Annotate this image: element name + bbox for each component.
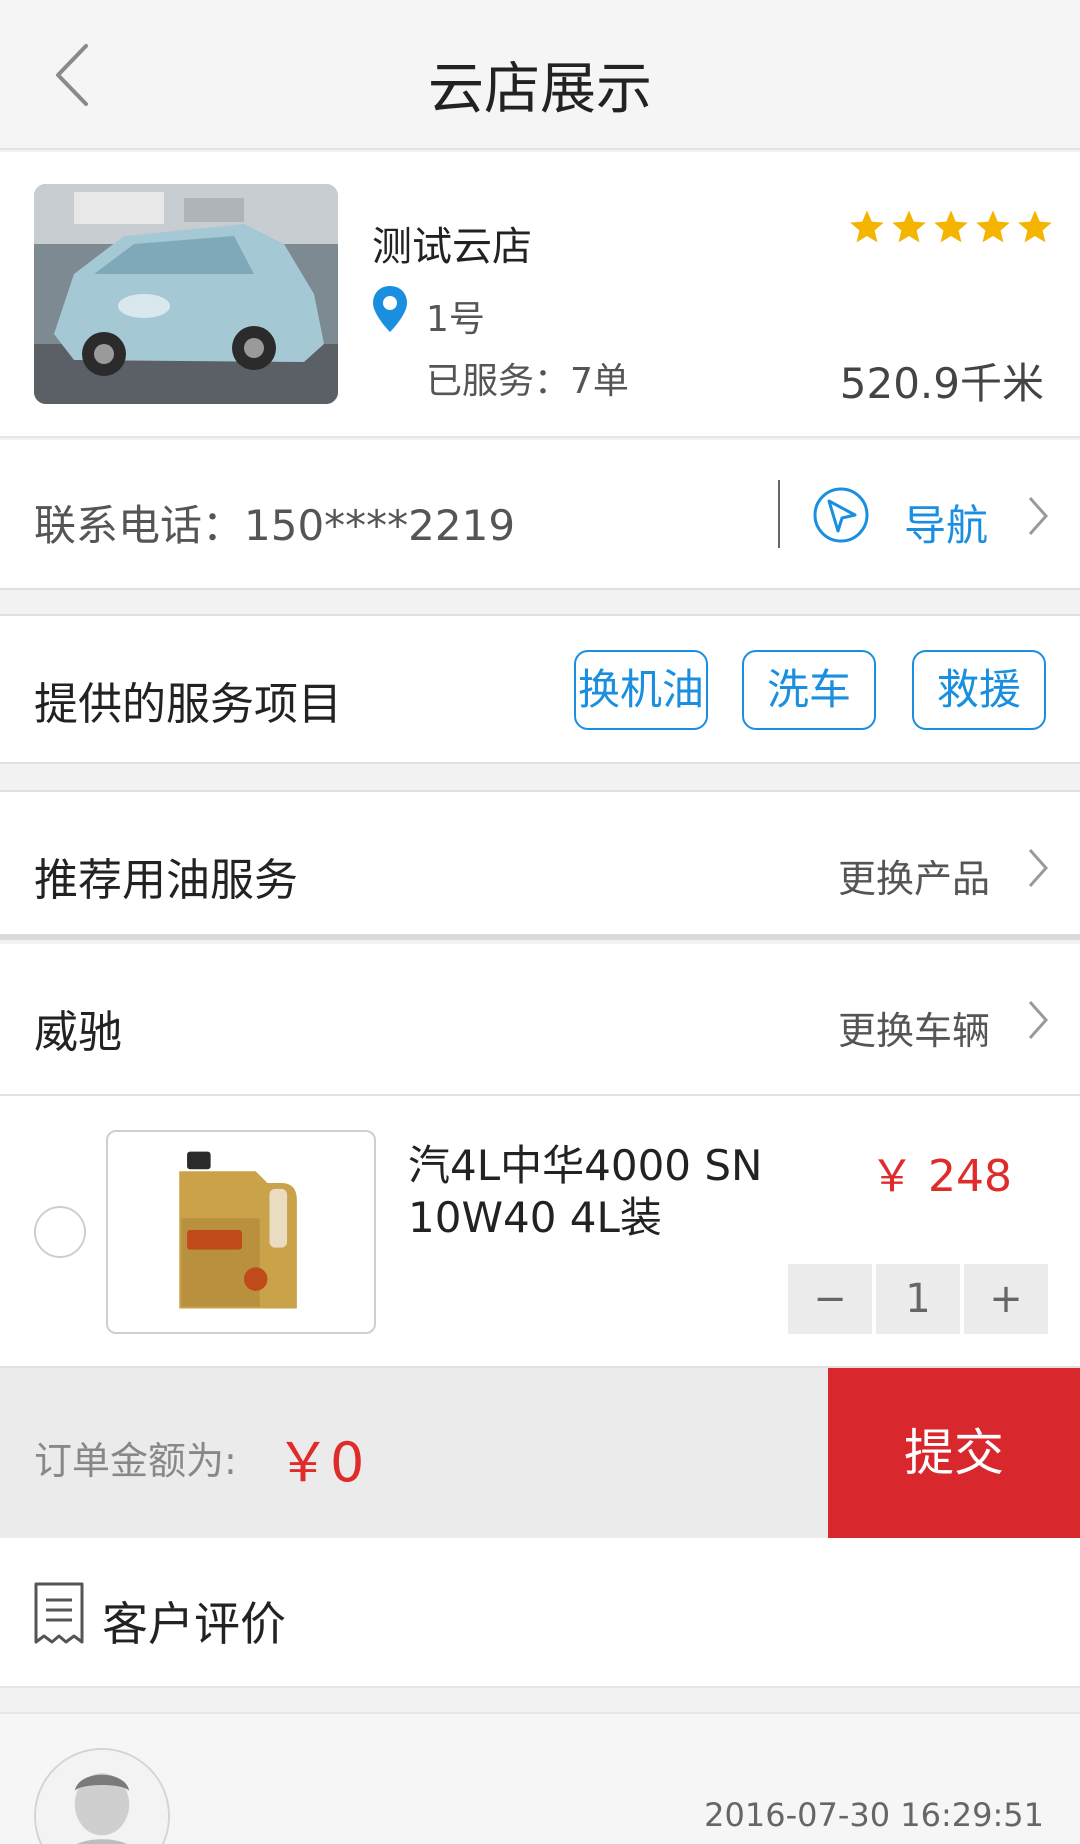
star-icon [1018, 210, 1052, 243]
chevron-right-icon [1028, 849, 1049, 887]
reviews-title: 客户评价 [102, 1597, 286, 1651]
store-photo [34, 184, 338, 404]
change-vehicle-link[interactable]: 更换车辆 [838, 1000, 990, 1055]
increase-quantity-button[interactable]: + [964, 1264, 1048, 1334]
avatar [34, 1748, 170, 1844]
submit-button[interactable]: 提交 [828, 1368, 1080, 1538]
star-icon [976, 210, 1010, 243]
order-total-value: ￥0 [276, 1431, 365, 1494]
store-address: 1号 [426, 299, 485, 340]
store-card: 测试云店 1号 已服务：7单 520.9千米 [0, 152, 1080, 438]
location-pin-icon [373, 286, 407, 332]
product-select-radio[interactable] [34, 1206, 86, 1258]
store-name: 测试云店 [372, 224, 532, 270]
quantity-value[interactable]: 1 [876, 1264, 960, 1334]
document-icon [34, 1582, 84, 1644]
service-tag-oil-change[interactable]: 换机油 [574, 650, 708, 730]
star-icon [934, 210, 968, 243]
navigation-arrow-icon [813, 487, 869, 543]
recommend-title: 推荐用油服务 [34, 855, 298, 906]
product-image [106, 1130, 376, 1334]
page-title: 云店展示 [428, 57, 652, 122]
services-section: 提供的服务项目 换机油 洗车 救援 [0, 614, 1080, 764]
vehicle-row[interactable]: 威驰 更换车辆 [0, 944, 1080, 1096]
divider [778, 480, 780, 548]
quantity-stepper: − 1 + [788, 1264, 1048, 1334]
chevron-right-icon [1028, 497, 1049, 535]
review-time: 2016-07-30 16:29:51 [704, 1796, 1044, 1834]
rating-stars [848, 208, 1054, 246]
services-title: 提供的服务项目 [34, 679, 342, 730]
decrease-quantity-button[interactable]: − [788, 1264, 872, 1334]
star-icon [850, 210, 884, 243]
review-item: 2016-07-30 16:29:51 [0, 1712, 1080, 1844]
order-total-label: 订单金额为: [34, 1439, 237, 1483]
contact-phone[interactable]: 联系电话：150****2219 [34, 492, 515, 553]
served-count: 已服务：7单 [426, 361, 629, 402]
order-summary-bar: 订单金额为: ￥0 提交 [0, 1368, 1080, 1538]
user-avatar-icon [36, 1750, 168, 1844]
star-icon [892, 210, 926, 243]
recommend-row[interactable]: 推荐用油服务 更换产品 [0, 790, 1080, 940]
product-price: ￥ 248 [870, 1151, 1012, 1202]
service-tag-car-wash[interactable]: 洗车 [742, 650, 876, 730]
change-product-link[interactable]: 更换产品 [838, 848, 990, 903]
navigation-label: 导航 [904, 501, 989, 550]
reviews-header: 客户评价 [0, 1538, 1080, 1688]
top-bar: 云店展示 [0, 0, 1080, 150]
product-name: 汽4L中华4000 SN 10W40 4L装 [408, 1141, 763, 1242]
chevron-right-icon [1028, 1001, 1049, 1039]
service-tag-rescue[interactable]: 救援 [912, 650, 1046, 730]
store-distance: 520.9千米 [839, 359, 1044, 408]
product-item: 汽4L中华4000 SN 10W40 4L装 ￥ 248 − 1 + [0, 1096, 1080, 1368]
vehicle-name: 威驰 [34, 1007, 122, 1058]
